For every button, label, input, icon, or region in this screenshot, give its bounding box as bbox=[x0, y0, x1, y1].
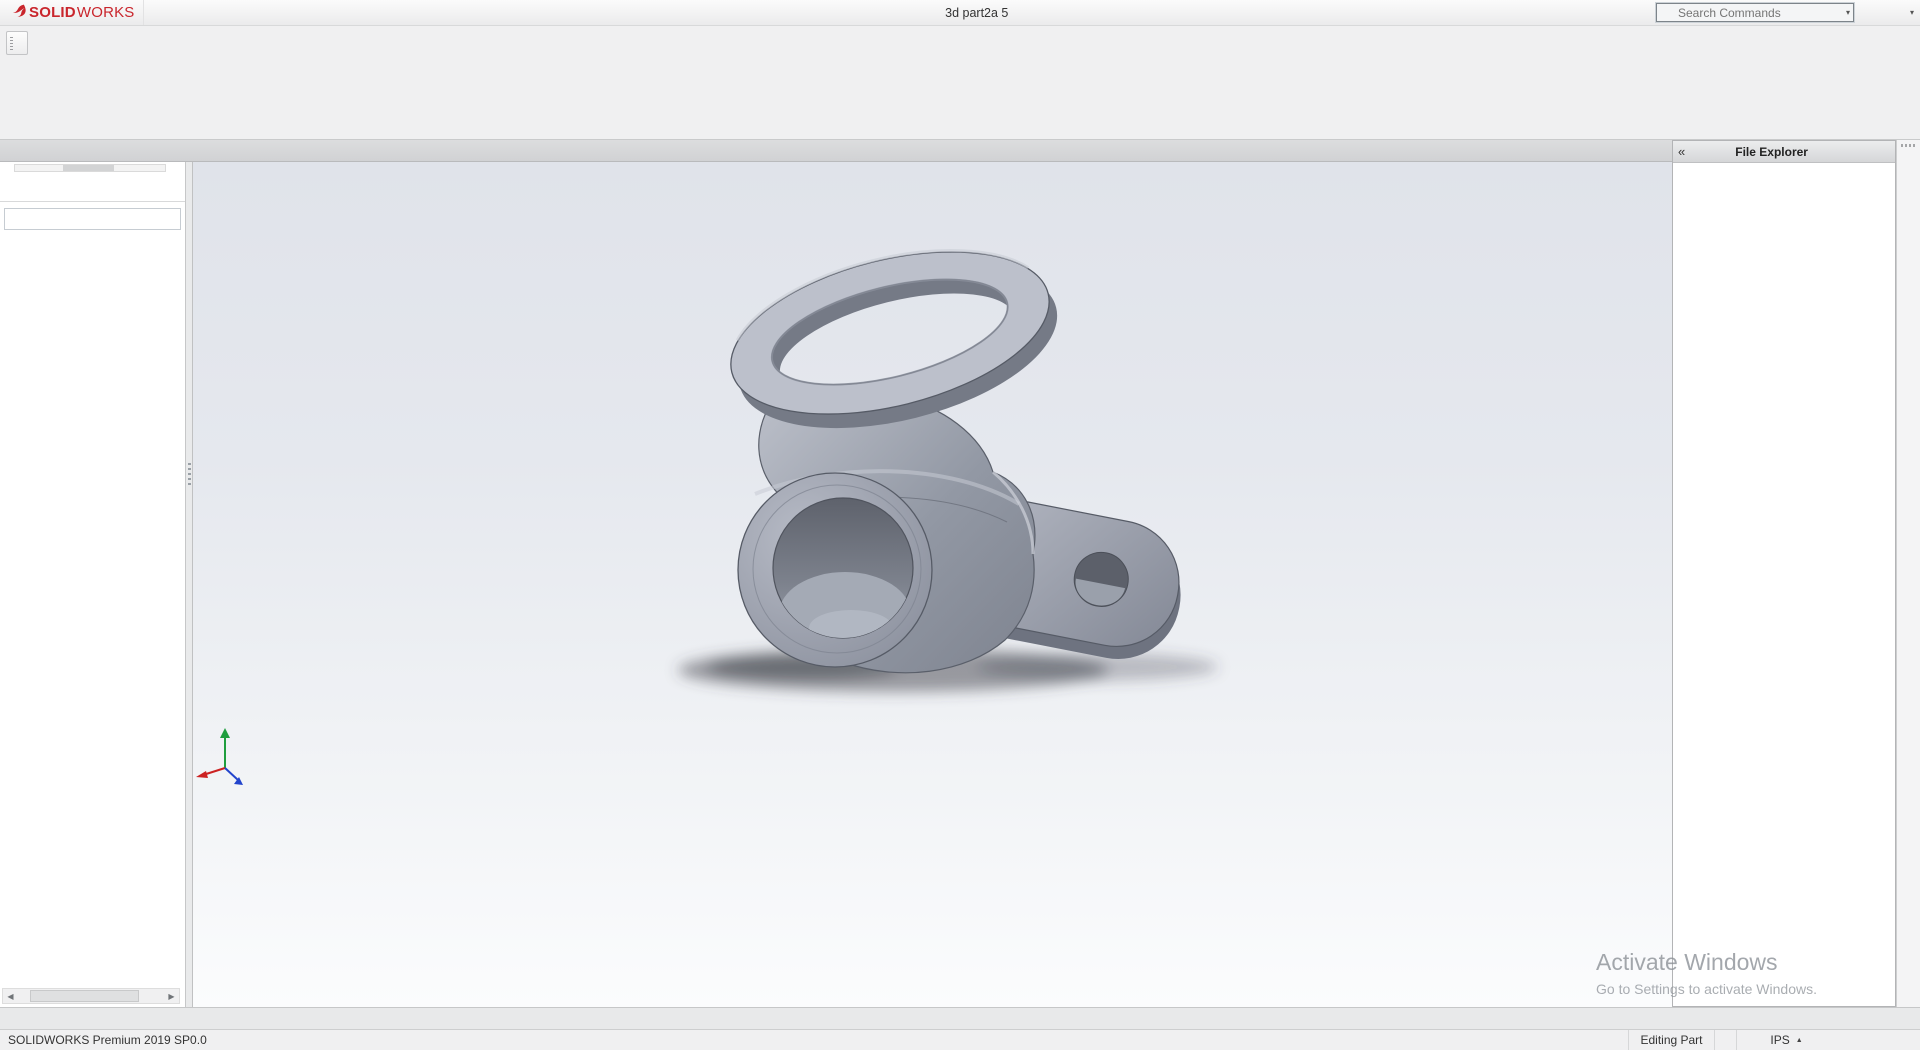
ds-logo-icon bbox=[8, 3, 28, 23]
command-manager-ribbon bbox=[0, 26, 1920, 140]
brand-text-light: WORKS bbox=[77, 4, 135, 21]
file-explorer-items bbox=[1673, 163, 1895, 168]
task-pane-title: File Explorer bbox=[1689, 145, 1854, 159]
feature-manager-panel: ◀ ▶ bbox=[0, 162, 186, 1007]
title-bar: SOLIDWORKS 3d part2a 5 ▾ ▾ bbox=[0, 0, 1920, 26]
solidworks-logo: SOLIDWORKS bbox=[0, 0, 144, 25]
panel-top-scrollbar[interactable] bbox=[14, 164, 166, 172]
status-tag-icon[interactable] bbox=[1898, 1032, 1914, 1048]
document-title: 3d part2a 5 bbox=[945, 6, 1008, 20]
tree-filter[interactable] bbox=[4, 208, 181, 230]
scroll-left-icon[interactable]: ◀ bbox=[3, 989, 18, 1003]
toolbar-grip[interactable] bbox=[10, 37, 13, 51]
manager-panel-tabs bbox=[0, 175, 185, 202]
units-selector[interactable]: IPS▲ bbox=[1736, 1030, 1836, 1050]
search-menu-icon[interactable] bbox=[1660, 6, 1674, 20]
file-explorer-pane: « File Explorer bbox=[1672, 140, 1896, 1007]
user-account-icon[interactable] bbox=[1864, 5, 1880, 21]
brand-text-bold: SOLID bbox=[29, 4, 76, 21]
status-separator bbox=[1714, 1030, 1736, 1050]
magnifier-icon[interactable] bbox=[1828, 6, 1842, 20]
search-commands-box[interactable]: ▾ bbox=[1656, 3, 1854, 22]
task-pane-header: « File Explorer bbox=[1673, 141, 1895, 163]
tree-filter-input[interactable] bbox=[29, 212, 176, 226]
strip-grip[interactable] bbox=[1901, 144, 1916, 147]
screen-capture-toolbar bbox=[6, 31, 28, 55]
titlebar-right: ▾ bbox=[1854, 5, 1916, 21]
solidworks-window: { "brand": {"bold": "SOLID", "light": "W… bbox=[0, 0, 1920, 1050]
collapse-pane-icon[interactable]: « bbox=[1678, 145, 1685, 158]
document-view-tabs bbox=[0, 1007, 1920, 1029]
search-input[interactable] bbox=[1678, 6, 1824, 20]
help-dropdown-icon[interactable]: ▾ bbox=[1910, 9, 1914, 17]
units-dropdown-icon[interactable]: ▲ bbox=[1796, 1037, 1803, 1044]
filter-funnel-icon bbox=[9, 211, 25, 227]
version-text: SOLIDWORKS Premium 2019 SP0.0 bbox=[0, 1033, 207, 1047]
appearance-strip bbox=[1896, 140, 1920, 1007]
command-manager-tabs bbox=[0, 140, 1672, 162]
panel-bottom-scrollbar[interactable]: ◀ ▶ bbox=[2, 988, 180, 1004]
pane-pin-icon[interactable] bbox=[1876, 145, 1890, 159]
scroll-right-icon[interactable]: ▶ bbox=[164, 989, 179, 1003]
help-icon[interactable] bbox=[1887, 5, 1903, 21]
search-dropdown-icon[interactable]: ▾ bbox=[1846, 9, 1850, 17]
pane-settings-gear-icon[interactable] bbox=[1858, 145, 1872, 159]
graphics-viewport[interactable] bbox=[193, 162, 1672, 1007]
panel-splitter[interactable] bbox=[186, 162, 193, 1007]
orientation-triad bbox=[196, 728, 243, 785]
editing-mode-status: Editing Part bbox=[1628, 1030, 1714, 1050]
pin-menu-icon[interactable] bbox=[166, 5, 182, 21]
3d-model[interactable] bbox=[193, 162, 1672, 1007]
status-bar: SOLIDWORKS Premium 2019 SP0.0 Editing Pa… bbox=[0, 1029, 1920, 1050]
scrollbar-thumb[interactable] bbox=[30, 990, 140, 1002]
